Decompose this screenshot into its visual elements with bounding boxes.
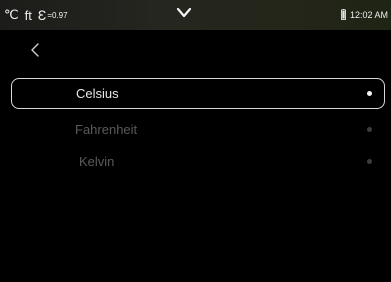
emissivity-value: =0.97 <box>47 10 68 20</box>
status-bar: ℃ ft Ɛ =0.97 12:02 AM <box>0 0 391 30</box>
chevron-down-icon[interactable] <box>176 6 192 20</box>
option-label: Kelvin <box>79 154 115 169</box>
option-kelvin[interactable]: Kelvin <box>11 146 385 177</box>
status-right: 12:02 AM <box>341 9 388 20</box>
measurement-settings: ℃ ft Ɛ =0.97 <box>4 7 68 23</box>
battery-icon <box>341 9 346 20</box>
option-celsius[interactable]: Celsius <box>11 78 385 109</box>
unselected-indicator <box>367 127 372 132</box>
emissivity-symbol: Ɛ <box>37 7 47 23</box>
distance-unit: ft <box>24 7 32 23</box>
option-label: Fahrenheit <box>75 122 138 137</box>
clock: 12:02 AM <box>349 9 388 20</box>
selected-indicator <box>367 91 372 96</box>
temperature-unit: ℃ <box>4 7 19 22</box>
back-icon[interactable] <box>28 40 42 60</box>
option-fahrenheit[interactable]: Fahrenheit <box>11 114 385 145</box>
option-label: Celsius <box>76 86 119 101</box>
unselected-indicator <box>367 159 372 164</box>
